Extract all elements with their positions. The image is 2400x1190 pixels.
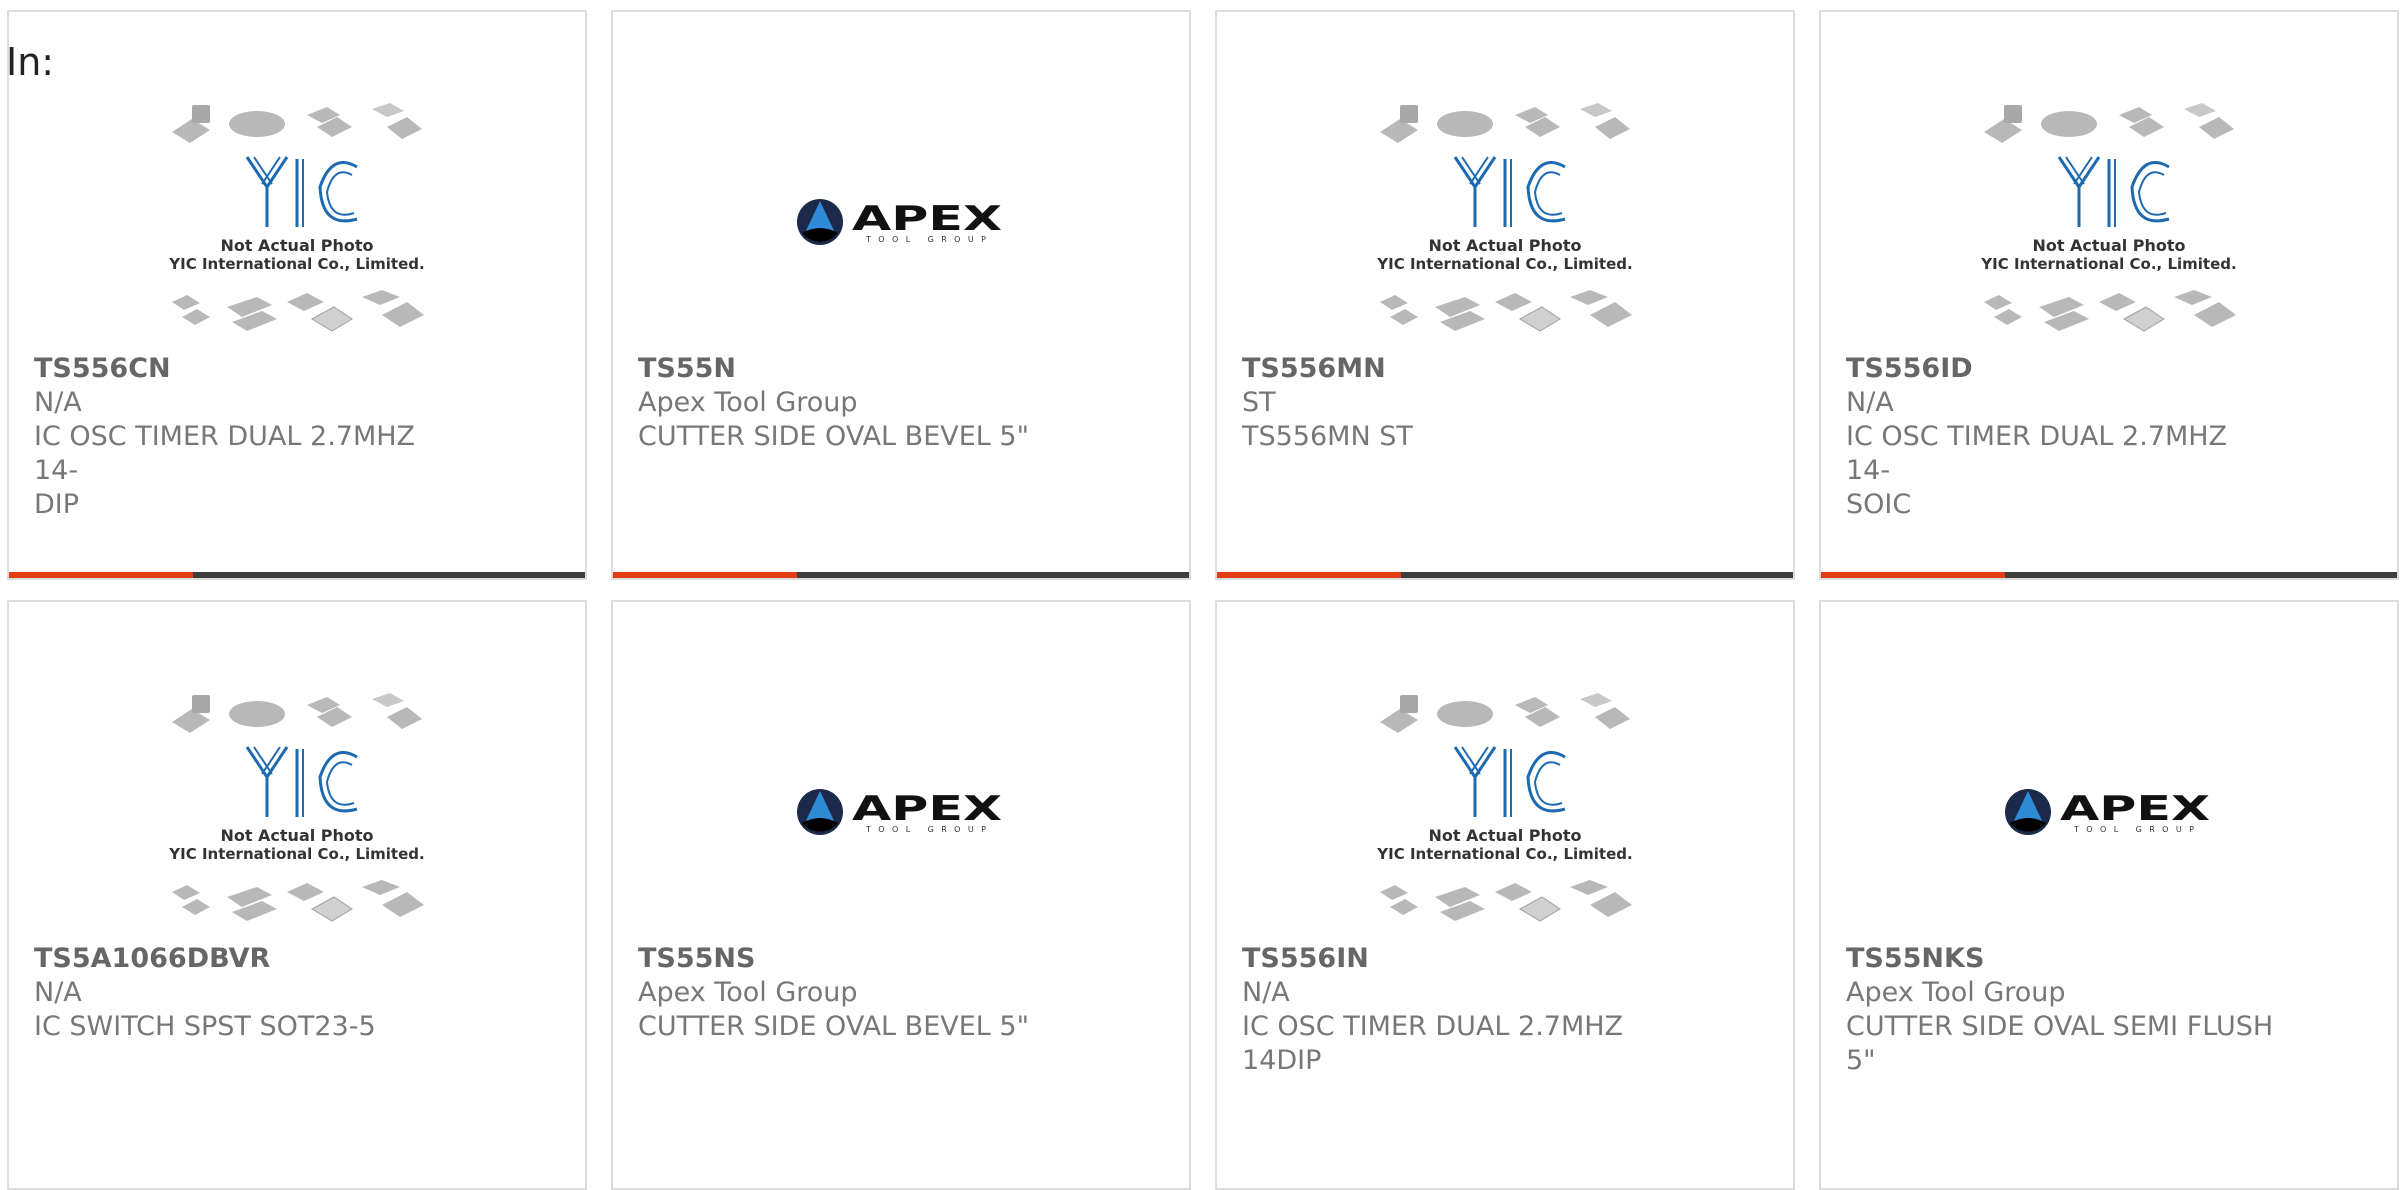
in-label: In: [6, 40, 55, 84]
description-line1: IC OSC TIMER DUAL 2.7MHZ 14- [34, 421, 416, 486]
product-meta: TS556IN N/A IC OSC TIMER DUAL 2.7MHZ 14DIP [1242, 942, 1672, 1078]
product-meta: TS55NS Apex Tool Group CUTTER SIDE OVAL BE… [638, 942, 1068, 1044]
product-card[interactable]: Not Actual Photo YIC International Co., … [7, 600, 587, 1190]
apex-tool-group-logo: APEX TOOL GROUP [797, 789, 1002, 835]
placeholder-line2: YIC International Co., Limited. [1376, 255, 1632, 273]
description-line2: 14DIP [1242, 1045, 1322, 1076]
product-thumbnail[interactable]: APEX TOOL GROUP [613, 92, 1189, 352]
product-card[interactable]: Not Actual Photo YIC International Co., … [1215, 10, 1795, 580]
product-thumbnail[interactable]: APEX TOOL GROUP [1821, 682, 2397, 942]
product-thumbnail[interactable]: Not Actual Photo YIC International Co., … [1217, 682, 1793, 942]
manufacturer: ST [1242, 387, 1276, 418]
placeholder-line2: YIC International Co., Limited. [168, 255, 424, 273]
product-thumbnail[interactable]: Not Actual Photo YIC International Co., … [1217, 92, 1793, 352]
card-progress-fill [1821, 572, 2005, 578]
yic-placeholder-image: Not Actual Photo YIC International Co., … [1376, 103, 1633, 332]
manufacturer: Apex Tool Group [1846, 977, 2066, 1008]
card-progress-fill [9, 572, 193, 578]
product-meta: TS55N Apex Tool Group CUTTER SIDE OVAL BEV… [638, 352, 1068, 454]
product-thumbnail[interactable]: Not Actual Photo YIC International Co., … [9, 92, 585, 352]
manufacturer: N/A [34, 387, 82, 418]
description-line1: IC OSC TIMER DUAL 2.7MHZ 14- [1846, 421, 2228, 486]
part-number[interactable]: TS55N [638, 352, 1068, 386]
apex-tool-group-logo: APEX TOOL GROUP [2005, 789, 2210, 835]
manufacturer: N/A [34, 977, 82, 1008]
product-meta: TS556MN ST TS556MN ST [1242, 352, 1672, 454]
card-progress-bar [9, 572, 585, 578]
product-thumbnail[interactable]: APEX TOOL GROUP [613, 682, 1189, 942]
description-line2: SOIC [1846, 489, 1912, 520]
placeholder-line2: YIC International Co., Limited. [168, 845, 424, 863]
placeholder-line1: Not Actual Photo [1428, 236, 1581, 255]
card-progress-fill [1217, 572, 1401, 578]
part-number[interactable]: TS556ID [1846, 352, 2276, 386]
manufacturer: N/A [1846, 387, 1894, 418]
card-progress-fill [613, 572, 797, 578]
apex-logo-word: APEX [852, 789, 1002, 829]
description-line1: IC OSC TIMER DUAL 2.7MHZ [1242, 1011, 1624, 1042]
yic-placeholder-image: Not Actual Photo YIC International Co., … [1376, 693, 1633, 922]
placeholder-line1: Not Actual Photo [220, 236, 373, 255]
product-grid: Not Actual Photo YIC International Co., … [7, 10, 2399, 1190]
part-number[interactable]: TS55NKS [1846, 942, 2276, 976]
part-number[interactable]: TS556CN [34, 352, 464, 386]
description-line1: CUTTER SIDE OVAL BEVEL 5" [638, 421, 1030, 452]
card-progress-bar [613, 572, 1189, 578]
description-line2: DIP [34, 489, 80, 520]
placeholder-line1: Not Actual Photo [220, 826, 373, 845]
placeholder-line1: Not Actual Photo [2032, 236, 2185, 255]
manufacturer: Apex Tool Group [638, 387, 858, 418]
yic-placeholder-image: Not Actual Photo YIC International Co., … [168, 693, 425, 922]
description-line1: TS556MN ST [1242, 421, 1413, 452]
description-line2: 5" [1846, 1045, 1876, 1076]
placeholder-line1: Not Actual Photo [1428, 826, 1581, 845]
product-meta: TS556CN N/A IC OSC TIMER DUAL 2.7MHZ 14- DI… [34, 352, 464, 522]
apex-logo-word: APEX [2060, 789, 2210, 829]
product-meta: TS5A1066DBVR N/A IC SWITCH SPST SOT23-5 [34, 942, 464, 1044]
part-number[interactable]: TS5A1066DBVR [34, 942, 464, 976]
placeholder-line2: YIC International Co., Limited. [1980, 255, 2236, 273]
product-thumbnail[interactable]: Not Actual Photo YIC International Co., … [9, 682, 585, 942]
product-card[interactable]: Not Actual Photo YIC International Co., … [1215, 600, 1795, 1190]
product-card[interactable]: Not Actual Photo YIC International Co., … [1819, 10, 2399, 580]
product-card[interactable]: APEX TOOL GROUP TS55NKS Apex Tool Group CU… [1819, 600, 2399, 1190]
manufacturer: Apex Tool Group [638, 977, 858, 1008]
description-line1: CUTTER SIDE OVAL BEVEL 5" [638, 1011, 1030, 1042]
description-line1: CUTTER SIDE OVAL SEMI FLUSH [1846, 1011, 2274, 1042]
apex-logo-word: APEX [852, 199, 1002, 239]
product-meta: TS556ID N/A IC OSC TIMER DUAL 2.7MHZ 14- SO… [1846, 352, 2276, 522]
product-card[interactable]: Not Actual Photo YIC International Co., … [7, 10, 587, 580]
product-card[interactable]: APEX TOOL GROUP TS55NS Apex Tool Group CUT… [611, 600, 1191, 1190]
part-number[interactable]: TS556IN [1242, 942, 1672, 976]
product-meta: TS55NKS Apex Tool Group CUTTER SIDE OVAL S… [1846, 942, 2276, 1078]
part-number[interactable]: TS556MN [1242, 352, 1672, 386]
placeholder-line2: YIC International Co., Limited. [1376, 845, 1632, 863]
part-number[interactable]: TS55NS [638, 942, 1068, 976]
yic-placeholder-image: Not Actual Photo YIC International Co., … [1980, 103, 2237, 332]
product-card[interactable]: APEX TOOL GROUP TS55N Apex Tool Group CUTT… [611, 10, 1191, 580]
description-line1: IC SWITCH SPST SOT23-5 [34, 1011, 376, 1042]
manufacturer: N/A [1242, 977, 1290, 1008]
product-thumbnail[interactable]: Not Actual Photo YIC International Co., … [1821, 92, 2397, 352]
card-progress-bar [1217, 572, 1793, 578]
card-progress-bar [1821, 572, 2397, 578]
apex-tool-group-logo: APEX TOOL GROUP [797, 199, 1002, 245]
yic-placeholder-image: Not Actual Photo YIC International Co., … [168, 103, 425, 332]
